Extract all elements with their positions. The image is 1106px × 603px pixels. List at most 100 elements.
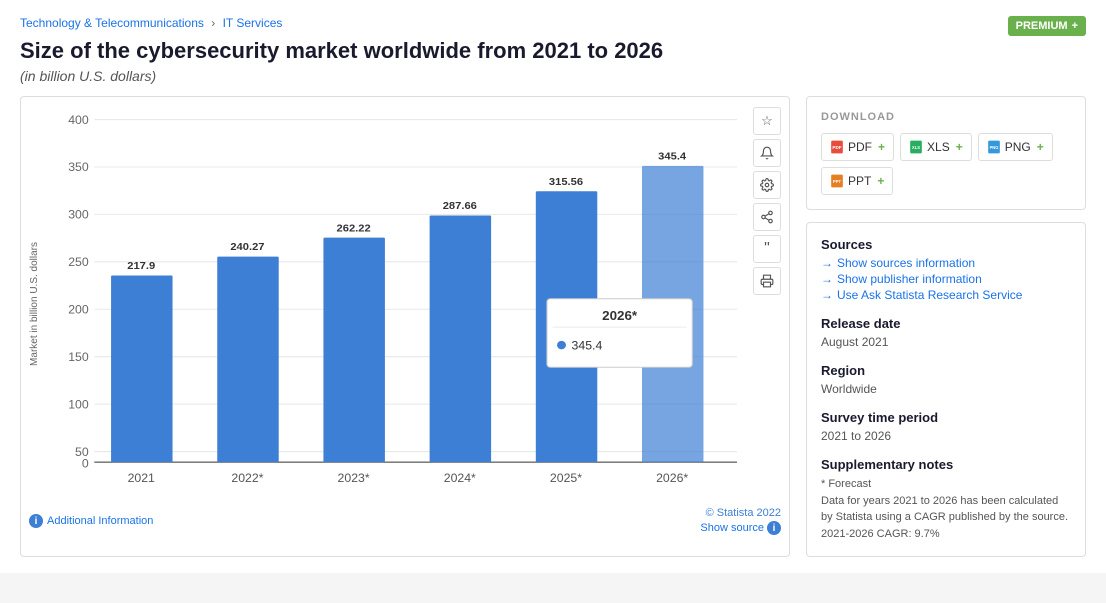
show-sources-info-text: Show sources information (837, 256, 975, 270)
supplementary-notes-line-1: * Forecast (821, 476, 1071, 493)
chart-footer: i Additional Information © Statista 2022… (29, 507, 781, 535)
share-button[interactable] (753, 203, 781, 231)
breadcrumb-part2[interactable]: IT Services (223, 16, 283, 30)
region-value: Worldwide (821, 382, 1071, 396)
info-section: Sources → Show sources information → Sho… (806, 222, 1086, 557)
svg-text:262.22: 262.22 (337, 223, 371, 235)
download-title: DOWNLOAD (821, 111, 1071, 123)
bar-2022 (217, 257, 278, 463)
svg-text:345.4: 345.4 (572, 339, 603, 353)
download-ppt-button[interactable]: PPT PPT + (821, 167, 893, 195)
source-info-icon: i (767, 521, 781, 535)
svg-text:287.66: 287.66 (443, 200, 477, 212)
gear-button[interactable] (753, 171, 781, 199)
supplementary-notes-label: Supplementary notes (821, 457, 1071, 472)
xls-icon: XLS (909, 139, 923, 155)
download-section: DOWNLOAD PDF PDF + XLS (806, 96, 1086, 210)
bar-chart-svg: 400 350 300 250 200 150 100 50 0 217.9 2… (44, 109, 737, 499)
arrow-icon-3: → (821, 288, 833, 302)
arrow-icon-2: → (821, 272, 833, 286)
download-pdf-button[interactable]: PDF PDF + (821, 133, 894, 161)
bell-button[interactable] (753, 139, 781, 167)
release-date-block: Release date August 2021 (821, 316, 1071, 349)
sources-label: Sources (821, 237, 1071, 252)
show-source-label: Show source (700, 522, 764, 534)
chart-container: ☆ (20, 96, 790, 557)
svg-text:100: 100 (68, 398, 89, 412)
download-buttons: PDF PDF + XLS XLS + (821, 133, 1071, 195)
xls-label: XLS (927, 140, 950, 154)
svg-text:2025*: 2025* (550, 471, 582, 485)
title-section: Size of the cybersecurity market worldwi… (20, 38, 1086, 84)
print-button[interactable] (753, 267, 781, 295)
show-publisher-info-link[interactable]: → Show publisher information (821, 272, 1071, 286)
release-date-value: August 2021 (821, 335, 1071, 349)
ask-statista-link[interactable]: → Use Ask Statista Research Service (821, 288, 1071, 302)
png-label: PNG (1005, 140, 1031, 154)
svg-text:0: 0 (82, 457, 89, 471)
svg-text:PPT: PPT (833, 179, 841, 184)
ask-statista-text: Use Ask Statista Research Service (837, 288, 1022, 302)
svg-text:200: 200 (68, 303, 89, 317)
y-axis-label: Market in billion U.S. dollars (29, 242, 40, 366)
show-sources-info-link[interactable]: → Show sources information (821, 256, 1071, 270)
svg-text:PDF: PDF (832, 145, 841, 150)
breadcrumb: Technology & Telecommunications › IT Ser… (20, 16, 1086, 30)
svg-text:2026*: 2026* (656, 471, 688, 485)
svg-text:400: 400 (68, 113, 89, 127)
premium-label: PREMIUM (1016, 20, 1068, 32)
quote-button[interactable]: " (753, 235, 781, 263)
svg-text:XLS: XLS (912, 145, 920, 150)
svg-text:250: 250 (68, 255, 89, 269)
download-png-button[interactable]: PNG PNG + (978, 133, 1053, 161)
png-icon: PNG (987, 139, 1001, 155)
region-label: Region (821, 363, 1071, 378)
svg-text:345.4: 345.4 (658, 151, 686, 163)
page-title: Size of the cybersecurity market worldwi… (20, 38, 1086, 64)
chart-footer-right: © Statista 2022 Show source i (700, 507, 781, 535)
survey-period-block: Survey time period 2021 to 2026 (821, 410, 1071, 443)
pdf-plus: + (878, 140, 885, 154)
additional-info[interactable]: i Additional Information (29, 514, 153, 528)
show-source[interactable]: Show source i (700, 521, 781, 535)
statista-credit: © Statista 2022 (706, 507, 781, 519)
svg-text:2026*: 2026* (602, 308, 638, 323)
premium-badge[interactable]: PREMIUM + (1008, 16, 1086, 36)
ppt-icon: PPT (830, 173, 844, 189)
supplementary-notes-line-3: 2021-2026 CAGR: 9.7% (821, 526, 1071, 543)
pdf-label: PDF (848, 140, 872, 154)
svg-text:2023*: 2023* (338, 471, 370, 485)
svg-text:315.56: 315.56 (549, 176, 583, 188)
breadcrumb-separator: › (211, 16, 215, 30)
bar-2021 (111, 276, 172, 463)
premium-plus: + (1072, 20, 1078, 32)
bar-2023 (323, 238, 384, 463)
svg-text:150: 150 (68, 350, 89, 364)
bar-2024 (430, 215, 491, 462)
png-plus: + (1037, 140, 1044, 154)
additional-info-label: Additional Information (47, 515, 153, 527)
page-subtitle: (in billion U.S. dollars) (20, 68, 1086, 84)
right-panel: DOWNLOAD PDF PDF + XLS (806, 96, 1086, 557)
svg-text:350: 350 (68, 161, 89, 175)
download-xls-button[interactable]: XLS XLS + (900, 133, 972, 161)
chart-toolbar: ☆ (753, 107, 781, 295)
svg-text:217.9: 217.9 (127, 260, 155, 272)
show-publisher-info-text: Show publisher information (837, 272, 982, 286)
supplementary-notes-line-2: Data for years 2021 to 2026 has been cal… (821, 493, 1071, 526)
breadcrumb-part1[interactable]: Technology & Telecommunications (20, 16, 204, 30)
svg-text:240.27: 240.27 (230, 242, 264, 254)
svg-text:2021: 2021 (128, 471, 156, 485)
region-block: Region Worldwide (821, 363, 1071, 396)
survey-period-label: Survey time period (821, 410, 1071, 425)
info-icon: i (29, 514, 43, 528)
survey-period-value: 2021 to 2026 (821, 429, 1071, 443)
svg-text:300: 300 (68, 208, 89, 222)
arrow-icon-1: → (821, 256, 833, 270)
svg-text:PNG: PNG (989, 145, 998, 150)
release-date-label: Release date (821, 316, 1071, 331)
star-button[interactable]: ☆ (753, 107, 781, 135)
chart-svg-container: Market in billion U.S. dollars 400 350 (29, 109, 781, 499)
svg-text:2022*: 2022* (231, 471, 263, 485)
sources-block: Sources → Show sources information → Sho… (821, 237, 1071, 302)
